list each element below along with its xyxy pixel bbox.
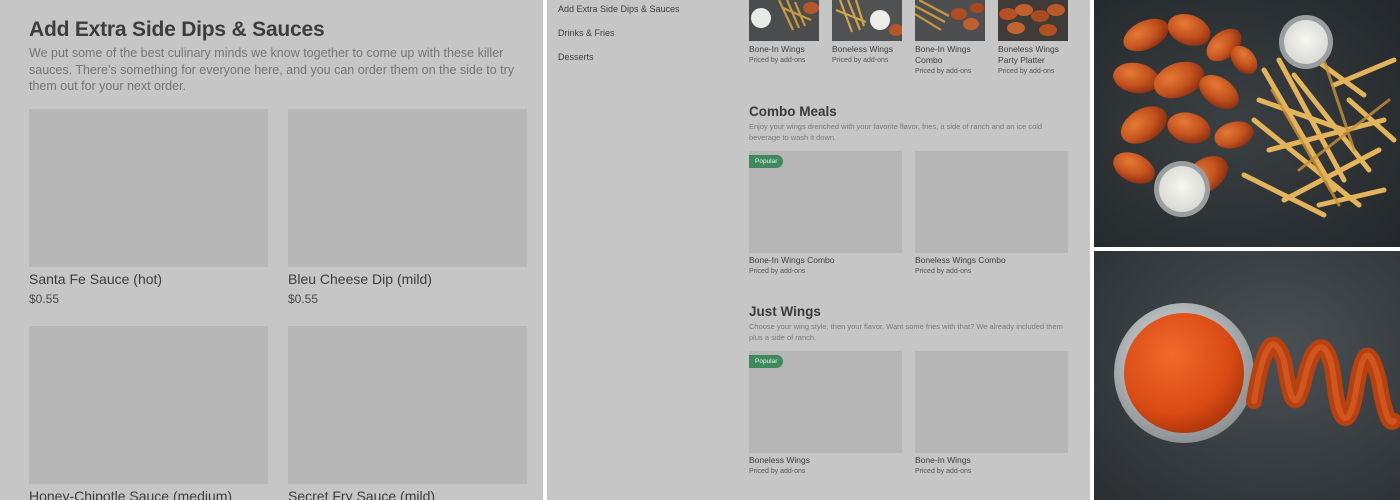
section-title: Just Wings [749, 304, 821, 319]
menu-item-card[interactable] [915, 351, 1068, 453]
menu-item-card[interactable]: Honey-Chipotle Sauce (medium) [29, 326, 268, 500]
item-price: $0.55 [29, 292, 60, 306]
item-price-note: Priced by add-ons [749, 268, 806, 275]
item-price-note: Priced by add-ons [998, 68, 1055, 75]
item-image-placeholder [288, 109, 527, 267]
item-name: Bone-In Wings Combo [915, 44, 971, 65]
item-name: Boneless Wings Party Platter [998, 44, 1059, 65]
item-price-note: Priced by add-ons [915, 268, 972, 275]
item-image-placeholder [29, 326, 268, 484]
popular-badge: Popular [749, 155, 784, 168]
item-name: Bone-In Wings [749, 44, 805, 54]
menu-item-card[interactable] [915, 151, 1068, 253]
item-price-note: Priced by add-ons [832, 57, 889, 64]
item-image-placeholder [29, 109, 268, 267]
menu-item-card[interactable]: Popular [749, 151, 902, 253]
wings-and-fries-photo [1094, 0, 1400, 247]
item-price: $0.55 [288, 292, 319, 306]
item-name: Bone-In Wings Combo [749, 255, 835, 265]
item-name: Honey-Chipotle Sauce (medium) [29, 488, 233, 500]
sauces-panel: Add Extra Side Dips & Sauces We put some… [0, 0, 543, 500]
item-price-note: Priced by add-ons [749, 57, 806, 64]
item-price-note: Priced by add-ons [749, 468, 806, 475]
section-description: Enjoy your wings drenched with your favo… [749, 122, 1043, 142]
item-name: Bleu Cheese Dip (mild) [288, 271, 432, 287]
item-thumbnail[interactable] [749, 0, 819, 41]
category-nav-link[interactable]: Desserts [558, 52, 594, 62]
item-name: Boneless Wings [749, 455, 810, 465]
sauce-bowl-photo [1094, 251, 1400, 500]
section-description: We put some of the best culinary minds w… [29, 46, 515, 93]
menu-item-card[interactable]: Secret Fry Sauce (mild) [288, 326, 527, 500]
item-thumbnail[interactable] [915, 0, 985, 41]
menu-item-card[interactable]: Santa Fe Sauce (hot) $0.55 [29, 109, 268, 306]
item-name: Secret Fry Sauce (mild) [288, 488, 436, 500]
category-nav-link[interactable]: Drinks & Fries [558, 28, 615, 38]
item-name: Santa Fe Sauce (hot) [29, 271, 163, 287]
popular-badge: Popular [749, 355, 784, 368]
section-title: Add Extra Side Dips & Sauces [29, 18, 325, 41]
item-price-note: Priced by add-ons [915, 468, 972, 475]
item-image-placeholder [288, 326, 527, 484]
section-title: Combo Meals [749, 104, 837, 119]
item-thumbnail[interactable] [832, 0, 902, 41]
section-description: Choose your wing style, then your flavor… [749, 322, 1063, 342]
menu-panel: Add Extra Side Dips & Sauces Drinks & Fr… [547, 0, 1090, 500]
category-nav-link[interactable]: Add Extra Side Dips & Sauces [558, 4, 680, 14]
item-price-note: Priced by add-ons [915, 68, 972, 75]
item-thumbnail[interactable] [998, 0, 1068, 41]
menu-item-card[interactable]: Bleu Cheese Dip (mild) $0.55 [288, 109, 527, 306]
item-name: Boneless Wings [832, 44, 893, 54]
item-name: Bone-In Wings [915, 455, 971, 465]
item-name: Boneless Wings Combo [915, 255, 1006, 265]
menu-item-card[interactable]: Popular [749, 351, 902, 453]
